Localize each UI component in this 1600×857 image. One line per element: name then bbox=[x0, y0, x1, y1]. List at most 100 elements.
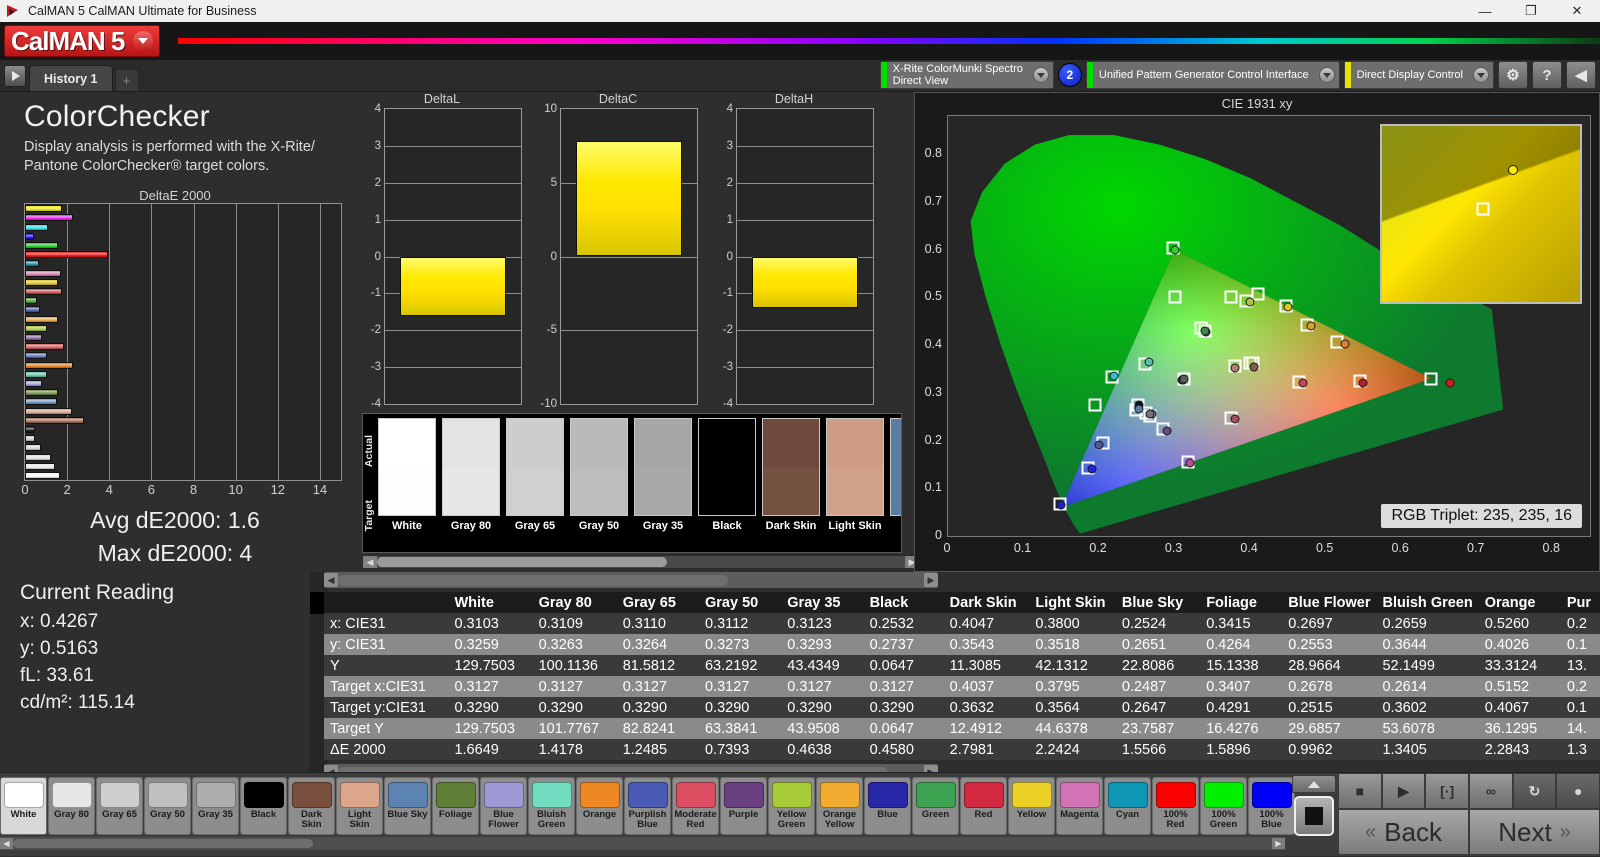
swatch-button-bluish-green[interactable]: Bluish Green bbox=[528, 777, 575, 835]
swatch-button-blue-sky[interactable]: Blue Sky bbox=[384, 777, 431, 835]
swatch-button-yellow[interactable]: Yellow bbox=[1008, 777, 1055, 835]
deltaH-plot bbox=[736, 108, 874, 405]
swatch-caption: Light Skin bbox=[347, 809, 372, 830]
swatch-column[interactable]: Gray 65 bbox=[503, 414, 567, 552]
swatch-columns: White Gray 80 Gray 65 Gray 50 Gray 35 Black Da… bbox=[375, 414, 901, 552]
swatch-column[interactable]: Black bbox=[695, 414, 759, 552]
add-history-tab-button[interactable]: + bbox=[114, 69, 139, 91]
chevron-down-icon[interactable] bbox=[133, 31, 154, 51]
table-cell: 0.4291 bbox=[1206, 699, 1251, 716]
table-column-header: Blue Sky bbox=[1115, 592, 1201, 613]
swatch-button-red[interactable]: Red bbox=[960, 777, 1007, 835]
cie-measured-marker bbox=[1298, 378, 1308, 388]
swatch-button-orange[interactable]: Orange bbox=[576, 777, 623, 835]
circle-icon[interactable]: ● bbox=[1556, 773, 1600, 809]
swatch-label: Dark Skin bbox=[765, 520, 817, 532]
bracket-icon[interactable]: [·] bbox=[1425, 773, 1470, 809]
swatch-button-gray-80[interactable]: Gray 80 bbox=[48, 777, 95, 835]
calman-logo-button[interactable]: CalMAN 5 bbox=[4, 25, 161, 57]
scroll-thumb[interactable] bbox=[377, 557, 667, 567]
table-column-header: Dark Skin bbox=[943, 592, 1030, 613]
strip-scroll-right[interactable]: ▶ bbox=[1272, 838, 1285, 849]
swatch-button-white[interactable]: White bbox=[0, 777, 47, 835]
swatch-button-black[interactable]: Black bbox=[240, 777, 287, 835]
table-top-scrollbar[interactable]: ◀ ▶ bbox=[324, 572, 938, 588]
play-icon[interactable]: ▶ bbox=[1381, 773, 1426, 809]
meter-count-badge[interactable]: 2 bbox=[1057, 63, 1082, 87]
swatch-scrollbar[interactable]: ◀ ▶ bbox=[362, 555, 920, 569]
close-button[interactable]: ✕ bbox=[1554, 0, 1600, 22]
table-column-header: Gray 50 bbox=[698, 592, 782, 613]
table-scroll-thumb[interactable] bbox=[338, 574, 728, 586]
table-cell: 0.3103 bbox=[454, 615, 499, 632]
cie-measured-marker bbox=[1245, 297, 1255, 307]
back-button[interactable]: « Back bbox=[1338, 809, 1469, 855]
swatch-chip bbox=[1203, 782, 1244, 808]
pattern-square-icon[interactable] bbox=[1294, 796, 1334, 836]
current-reading-heading: Current Reading bbox=[20, 581, 175, 604]
swatch-chip bbox=[1155, 782, 1196, 808]
swatch-column[interactable]: White bbox=[375, 414, 439, 552]
pattern-source-dropdown[interactable] bbox=[1315, 62, 1339, 88]
meter-selector[interactable]: X-Rite ColorMunki Spectro Direct View bbox=[879, 61, 1054, 89]
swatch-column[interactable]: Dark Skin bbox=[759, 414, 823, 552]
swatch-column[interactable]: Gray 50 bbox=[567, 414, 631, 552]
refresh-icon[interactable]: ↻ bbox=[1512, 773, 1557, 809]
maximize-button[interactable]: ❐ bbox=[1508, 0, 1554, 22]
minimize-button[interactable]: — bbox=[1462, 0, 1508, 22]
table-row bbox=[25, 223, 49, 231]
table-scroll-left[interactable]: ◀ bbox=[324, 573, 338, 587]
left-arrow-icon[interactable]: ◀ bbox=[1566, 61, 1596, 89]
zoom-measured-point bbox=[1507, 165, 1518, 175]
gear-icon[interactable]: ⚙ bbox=[1498, 61, 1528, 89]
swatch-button-gray-65[interactable]: Gray 65 bbox=[96, 777, 143, 835]
infinity-icon[interactable]: ∞ bbox=[1469, 773, 1513, 809]
swatch-button-purplish-blue[interactable]: Purplish Blue bbox=[624, 777, 671, 835]
deltaC-y-axis: 10 5 0 -5 -10 bbox=[538, 103, 560, 410]
next-button[interactable]: Next » bbox=[1469, 809, 1600, 855]
swatch-button-gray-50[interactable]: Gray 50 bbox=[144, 777, 191, 835]
chevron-up-icon[interactable] bbox=[1292, 775, 1336, 793]
table-cell: 0.4638 bbox=[787, 741, 832, 758]
question-mark-icon[interactable]: ? bbox=[1532, 61, 1562, 89]
swatch-button-light-skin[interactable]: Light Skin bbox=[336, 777, 383, 835]
swatch-button-magenta[interactable]: Magenta bbox=[1056, 777, 1103, 835]
swatch-caption: Foliage bbox=[438, 809, 473, 820]
strip-scroll-left[interactable]: ◀ bbox=[0, 838, 13, 849]
display-control-selector[interactable]: Direct Display Control bbox=[1343, 61, 1494, 89]
history-tab[interactable]: History 1 bbox=[29, 65, 113, 91]
swatch-strip-scrollbar[interactable]: ◀ ▶ bbox=[0, 837, 1285, 850]
strip-scroll-thumb[interactable] bbox=[13, 839, 313, 848]
swatch-button-foliage[interactable]: Foliage bbox=[432, 777, 479, 835]
swatch-chip bbox=[51, 782, 92, 808]
swatch-column[interactable]: Blue bbox=[887, 414, 901, 552]
scroll-left-arrow[interactable]: ◀ bbox=[363, 556, 377, 568]
swatch-column[interactable]: Gray 35 bbox=[631, 414, 695, 552]
cie-plot-area[interactable]: RGB Triplet: 235, 235, 16 bbox=[947, 115, 1591, 537]
ytick--3: -3 bbox=[722, 361, 733, 374]
swatch-button-purple[interactable]: Purple bbox=[720, 777, 767, 835]
pattern-source-selector[interactable]: Unified Pattern Generator Control Interf… bbox=[1085, 61, 1340, 89]
meter-dropdown[interactable] bbox=[1029, 62, 1053, 88]
cie-measured-marker bbox=[1162, 426, 1172, 436]
table-cell: 0.2532 bbox=[869, 615, 914, 632]
swatch-column[interactable]: Gray 80 bbox=[439, 414, 503, 552]
display-control-dropdown[interactable] bbox=[1469, 62, 1493, 88]
swatch-column[interactable]: Light Skin bbox=[823, 414, 887, 552]
swatch-button-yellow-green[interactable]: Yellow Green bbox=[768, 777, 815, 835]
play-icon[interactable] bbox=[4, 65, 26, 87]
swatch-button-100-blue[interactable]: 100% Blue bbox=[1248, 777, 1295, 835]
swatch-button-moderate-red[interactable]: Moderate Red bbox=[672, 777, 719, 835]
swatch-button-dark-skin[interactable]: Dark Skin bbox=[288, 777, 335, 835]
swatch-button-orange-yellow[interactable]: Orange Yellow bbox=[816, 777, 863, 835]
swatch-button-gray-35[interactable]: Gray 35 bbox=[192, 777, 239, 835]
table-scroll-right[interactable]: ▶ bbox=[924, 573, 938, 587]
swatch-button-blue-flower[interactable]: Blue Flower bbox=[480, 777, 527, 835]
stop-icon[interactable]: ■ bbox=[1338, 773, 1382, 809]
swatch-button-100-red[interactable]: 100% Red bbox=[1152, 777, 1199, 835]
swatch-button-blue[interactable]: Blue bbox=[864, 777, 911, 835]
swatch-button-100-green[interactable]: 100% Green bbox=[1200, 777, 1247, 835]
swatch-button-cyan[interactable]: Cyan bbox=[1104, 777, 1151, 835]
swatch-button-green[interactable]: Green bbox=[912, 777, 959, 835]
table-cell: 36.1295 bbox=[1484, 720, 1538, 737]
